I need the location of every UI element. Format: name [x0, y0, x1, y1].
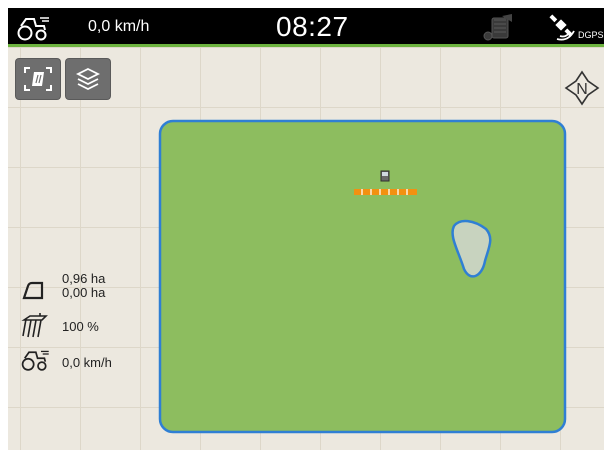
layers-icon: [75, 67, 101, 91]
working-width-icon: [21, 313, 48, 338]
status-bar: 0,0 km/h 08:27 DGPS: [8, 8, 604, 47]
tractor-speed-icon: [21, 350, 49, 371]
status-speed-readout: 0,0 km/h: [88, 18, 150, 35]
status-clock: 08:27: [276, 11, 349, 42]
gps-mode-label: DGPS: [578, 30, 604, 40]
area-total: 0,96 ha: [62, 271, 106, 286]
map-view-button[interactable]: [16, 59, 60, 99]
working-width: 100 %: [62, 319, 99, 334]
area-icon: [22, 281, 44, 300]
map-canvas: [158, 119, 567, 434]
camera-icon[interactable]: [478, 12, 518, 44]
map-view-icon: [24, 67, 52, 91]
tractor-speed-icon: [17, 17, 49, 41]
field-map[interactable]: N 0,96 ha 0,00 ha 100 % 0,0 km/h: [8, 47, 604, 450]
area-worked: 0,00 ha: [62, 285, 106, 300]
layers-button[interactable]: [66, 59, 110, 99]
speed-readout: 0,0 km/h: [62, 355, 112, 370]
terminal-screen: 0,0 km/h 08:27 DGPS N 0,96 ha 0,00 ha 10…: [8, 8, 604, 450]
north-compass-icon[interactable]: N: [563, 69, 601, 107]
compass-north-label: N: [576, 81, 588, 98]
field-boundary[interactable]: [158, 119, 567, 434]
